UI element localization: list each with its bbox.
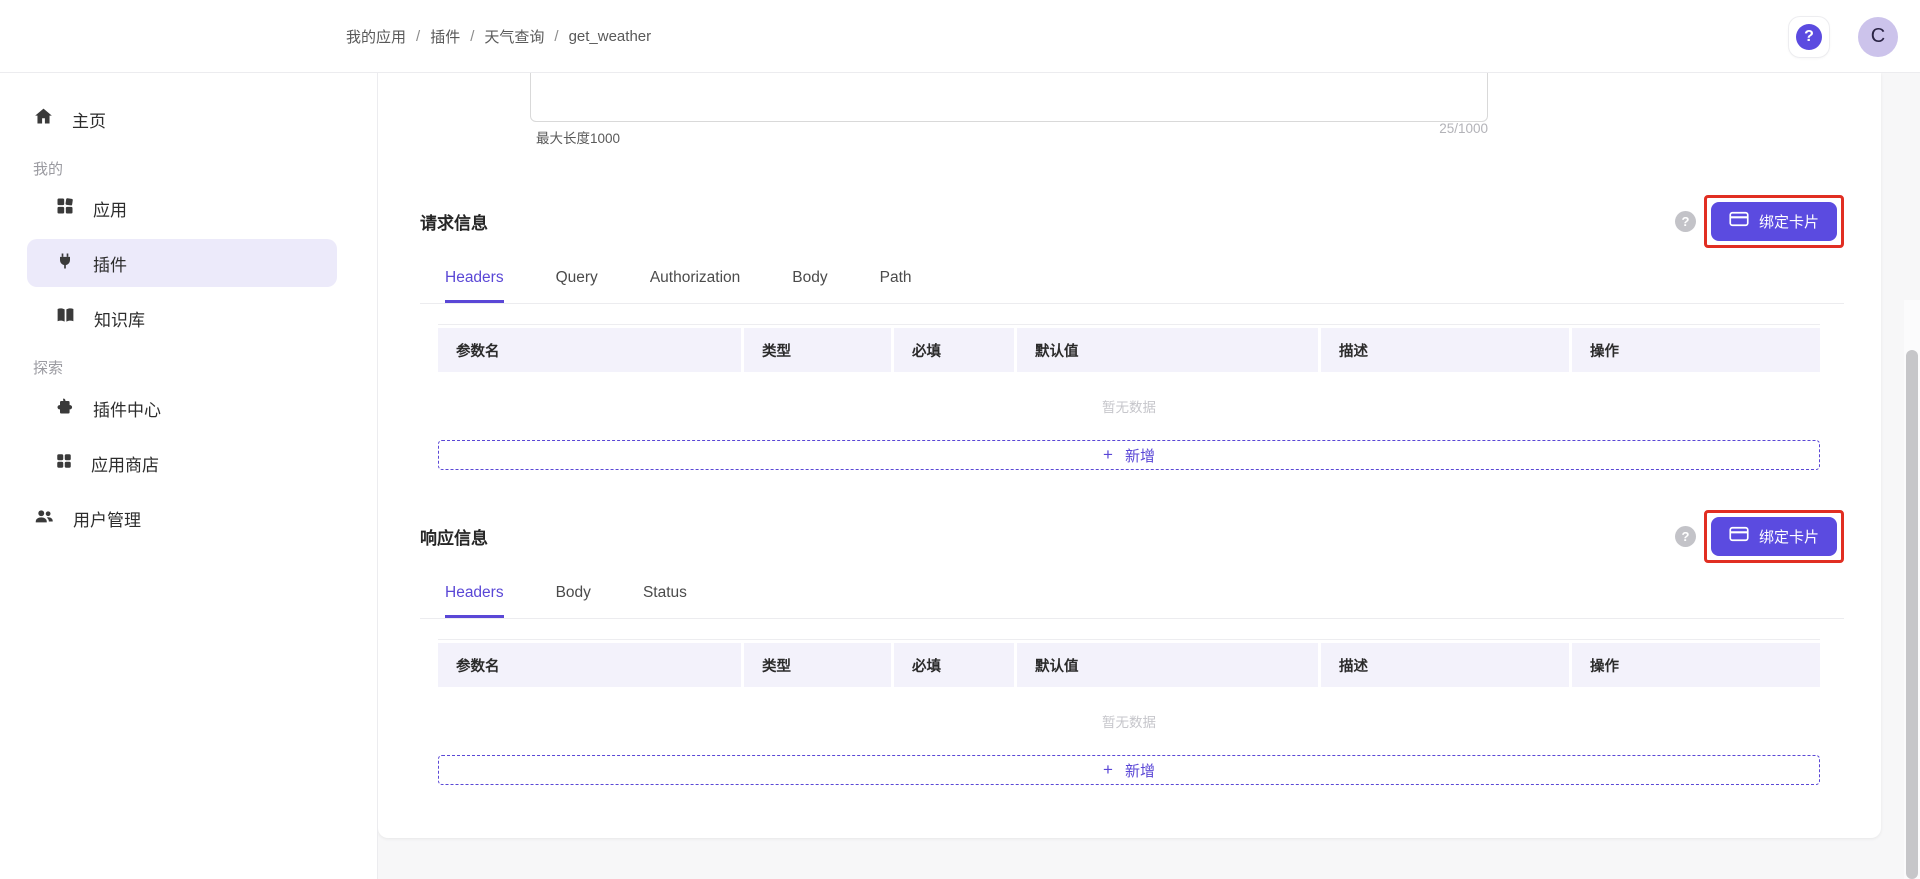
breadcrumb-separator: /: [470, 28, 474, 45]
description-textarea[interactable]: [530, 73, 1488, 122]
response-section-title: 响应信息: [420, 524, 488, 549]
sidebar-item-plugin-center[interactable]: 插件中心: [27, 384, 337, 432]
breadcrumb-separator: /: [554, 28, 558, 45]
table-header-row: 参数名 类型 必填 默认值 描述 操作: [438, 328, 1820, 372]
tab-headers[interactable]: Headers: [445, 574, 504, 618]
sidebar-item-user-management[interactable]: 用户管理: [27, 494, 337, 542]
column-header-description: 描述: [1321, 328, 1569, 372]
home-icon: [33, 106, 54, 132]
sidebar-item-label: 知识库: [94, 306, 145, 331]
sidebar-group-explore: 探索: [33, 354, 63, 380]
bind-card-label: 绑定卡片: [1759, 526, 1819, 547]
breadcrumb-plugins[interactable]: 插件: [430, 26, 460, 47]
tab-path[interactable]: Path: [880, 259, 912, 303]
credit-card-icon: [1729, 526, 1749, 546]
credit-card-icon: [1729, 211, 1749, 231]
help-button[interactable]: ?: [1788, 16, 1830, 58]
sidebar-item-app-store[interactable]: 应用商店: [27, 439, 337, 487]
apps-icon: [55, 196, 75, 221]
sidebar-item-label: 应用商店: [91, 451, 159, 476]
empty-state-text: 暂无数据: [438, 396, 1820, 416]
avatar[interactable]: C: [1858, 17, 1898, 57]
question-circle-icon[interactable]: ?: [1675, 211, 1696, 232]
breadcrumb-weather-query[interactable]: 天气查询: [484, 26, 544, 47]
request-tabs: Headers Query Authorization Body Path: [420, 259, 1844, 304]
sidebar-item-label: 插件中心: [93, 396, 161, 421]
add-row-button[interactable]: + 新增: [438, 440, 1820, 470]
highlight-annotation-box: 绑定卡片: [1704, 195, 1844, 248]
question-circle-icon[interactable]: ?: [1675, 526, 1696, 547]
add-row-button[interactable]: + 新增: [438, 755, 1820, 785]
table-header-row: 参数名 类型 必填 默认值 描述 操作: [438, 643, 1820, 687]
breadcrumb-separator: /: [416, 28, 420, 45]
main-content-card: 最大长度1000 25/1000 请求信息 ? 绑定卡片 Headers Que…: [378, 73, 1881, 838]
column-header-param-name: 参数名: [438, 643, 741, 687]
sidebar-item-label: 应用: [93, 196, 127, 221]
plus-icon: +: [1103, 445, 1113, 465]
response-tabs: Headers Body Status: [420, 574, 1844, 619]
highlight-annotation-box: 绑定卡片: [1704, 510, 1844, 563]
sidebar-item-home[interactable]: 主页: [27, 95, 337, 143]
response-params-table: 参数名 类型 必填 默认值 描述 操作 暂无数据 + 新增: [438, 639, 1820, 785]
tab-body[interactable]: Body: [792, 259, 827, 303]
sidebar-item-label: 插件: [93, 251, 127, 276]
sidebar-item-apps[interactable]: 应用: [27, 184, 337, 232]
empty-state-text: 暂无数据: [438, 711, 1820, 731]
breadcrumb-get-weather[interactable]: get_weather: [569, 28, 652, 45]
column-header-required: 必填: [894, 643, 1014, 687]
header-actions: ? C: [1788, 0, 1898, 73]
scrollbar-thumb[interactable]: [1906, 350, 1918, 879]
sidebar-group-my: 我的: [33, 155, 63, 181]
column-header-actions: 操作: [1572, 643, 1820, 687]
column-header-default: 默认值: [1017, 328, 1318, 372]
tab-body[interactable]: Body: [556, 574, 591, 618]
column-header-param-name: 参数名: [438, 328, 741, 372]
sidebar-item-label: 用户管理: [73, 506, 141, 531]
response-info-section: 响应信息 ? 绑定卡片 Headers Body Status: [420, 506, 1844, 785]
store-grid-icon: [55, 452, 73, 475]
column-header-type: 类型: [744, 328, 891, 372]
bind-card-button[interactable]: 绑定卡片: [1711, 202, 1837, 241]
tab-query[interactable]: Query: [556, 259, 598, 303]
breadcrumb: 我的应用 / 插件 / 天气查询 / get_weather: [346, 26, 651, 47]
column-header-actions: 操作: [1572, 328, 1820, 372]
column-header-required: 必填: [894, 328, 1014, 372]
book-icon: [55, 305, 76, 331]
bind-card-button[interactable]: 绑定卡片: [1711, 517, 1837, 556]
column-header-description: 描述: [1321, 643, 1569, 687]
request-params-table: 参数名 类型 必填 默认值 描述 操作 暂无数据 + 新增: [438, 324, 1820, 470]
request-section-title: 请求信息: [420, 209, 488, 234]
puzzle-icon: [55, 396, 75, 421]
sidebar-item-label: 主页: [72, 107, 106, 132]
tab-headers[interactable]: Headers: [445, 259, 504, 303]
sidebar-item-plugins[interactable]: 插件: [27, 239, 337, 287]
sidebar-item-knowledge[interactable]: 知识库: [27, 294, 337, 342]
tab-status[interactable]: Status: [643, 574, 687, 618]
tab-authorization[interactable]: Authorization: [650, 259, 740, 303]
add-row-label: 新增: [1125, 760, 1155, 781]
column-header-default: 默认值: [1017, 643, 1318, 687]
bind-card-label: 绑定卡片: [1759, 211, 1819, 232]
add-row-label: 新增: [1125, 445, 1155, 466]
plug-icon: [55, 251, 75, 276]
top-header: 我的应用 / 插件 / 天气查询 / get_weather ? C: [0, 0, 1920, 73]
column-header-type: 类型: [744, 643, 891, 687]
breadcrumb-my-apps[interactable]: 我的应用: [346, 26, 406, 47]
question-circle-icon: ?: [1796, 24, 1822, 50]
request-info-section: 请求信息 ? 绑定卡片 Headers Query Authorization …: [420, 191, 1844, 470]
users-icon: [33, 505, 55, 532]
sidebar: 主页 我的 应用 插件 知识库 探索 插件中心 应用商店: [0, 73, 378, 879]
char-counter: 25/1000: [530, 121, 1488, 136]
plus-icon: +: [1103, 760, 1113, 780]
